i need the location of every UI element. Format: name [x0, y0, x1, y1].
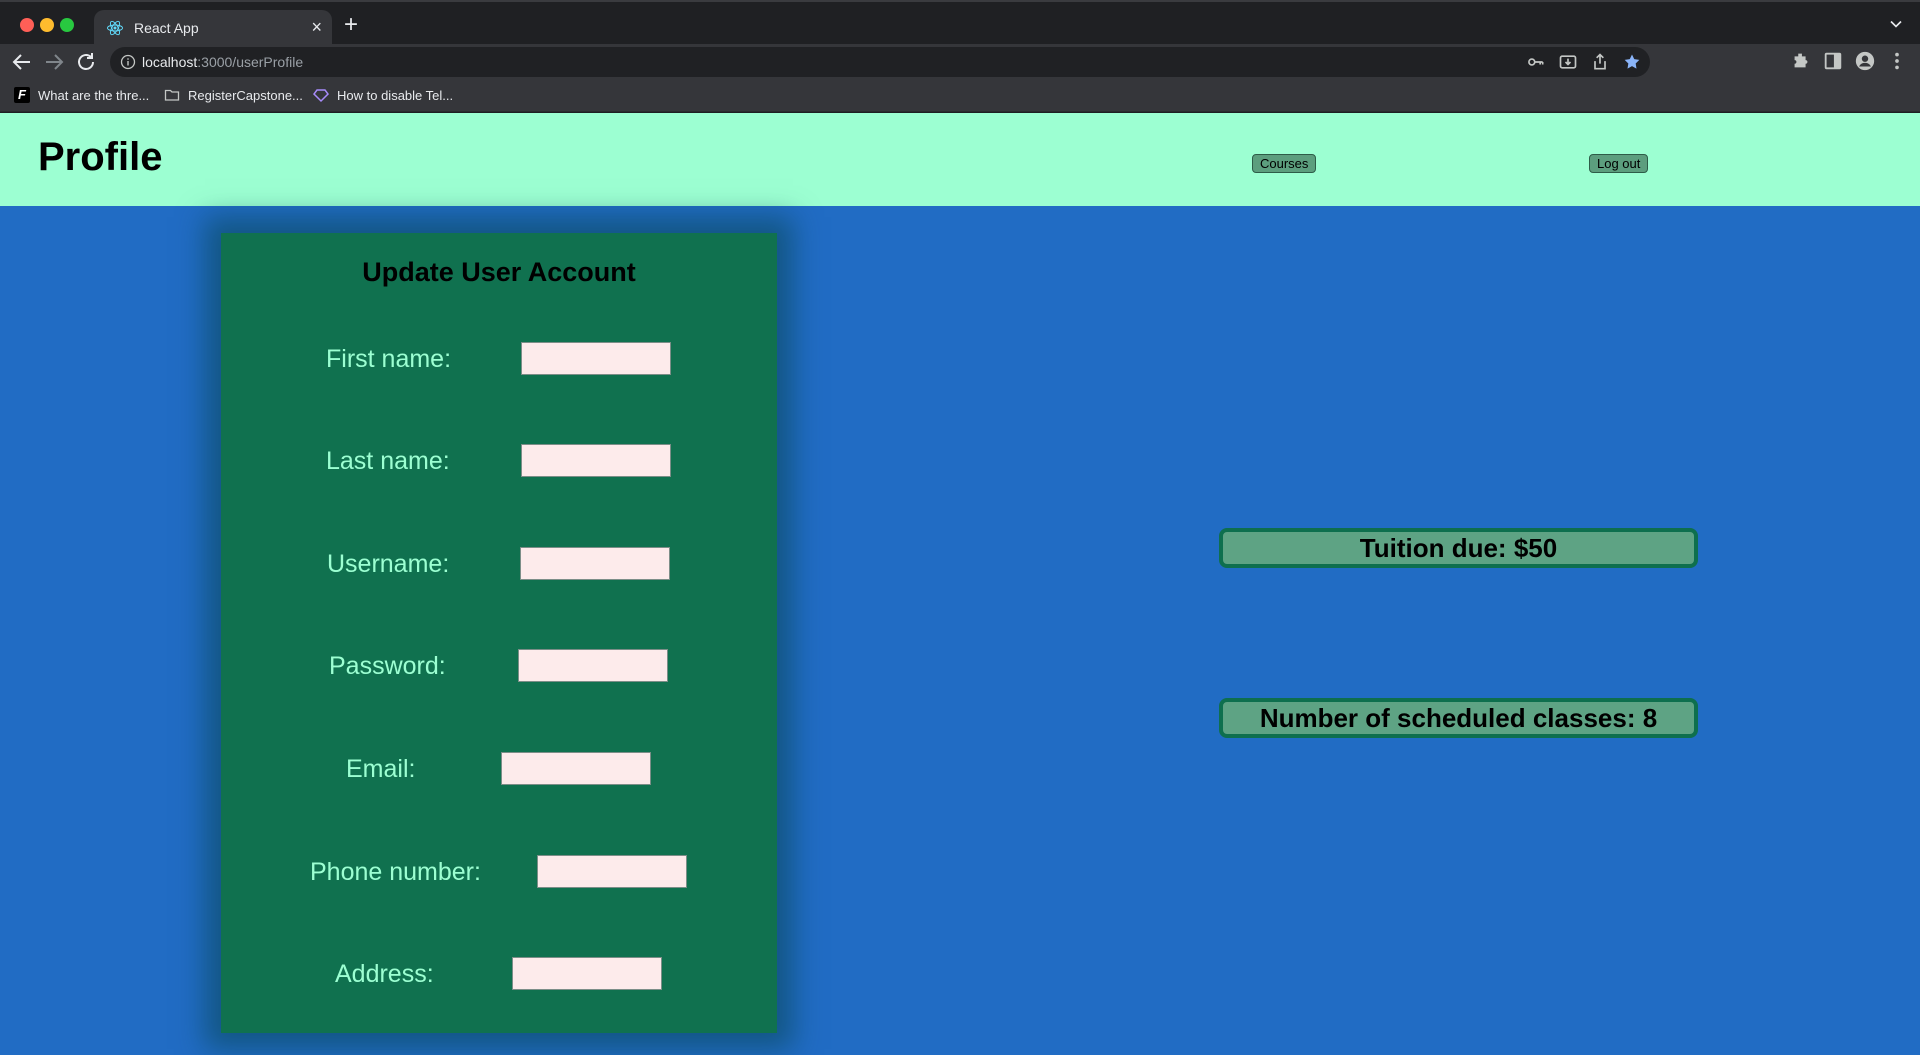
more-menu-icon[interactable]	[1886, 50, 1908, 72]
forward-arrow-icon[interactable]	[42, 50, 66, 74]
tuition-due-box: Tuition due: $50	[1219, 528, 1698, 568]
form-row-last-name: Last name:	[221, 444, 777, 478]
app-header: Profile Courses Log out	[0, 113, 1920, 206]
first-name-label: First name:	[326, 345, 452, 373]
tab-title: React App	[134, 20, 199, 36]
address-label: Address:	[335, 960, 434, 988]
reload-icon[interactable]	[74, 50, 98, 74]
bookmark-label: What are the thre...	[38, 87, 150, 103]
form-row-email: Email:	[221, 752, 777, 786]
minimize-window-button[interactable]	[40, 18, 54, 32]
install-app-icon[interactable]	[1558, 52, 1578, 72]
bookmark-item-1[interactable]: F What are the thre...	[14, 87, 149, 103]
site-info-icon[interactable]	[120, 54, 136, 70]
last-name-input[interactable]	[521, 444, 671, 477]
browser-tab-active[interactable]: React App ×	[94, 10, 332, 46]
address-bar-actions	[1526, 52, 1642, 72]
bookmark-label: How to disable Tel...	[337, 87, 454, 103]
email-input[interactable]	[501, 752, 651, 785]
profile-avatar-icon[interactable]	[1854, 50, 1876, 72]
address-input[interactable]	[512, 957, 662, 990]
diamond-icon	[313, 89, 329, 103]
update-account-form: Update User Account First name: Last nam…	[221, 233, 777, 1033]
page-title: Profile	[38, 135, 163, 179]
url-path: :3000/userProfile	[197, 54, 304, 70]
email-label: Email:	[346, 755, 416, 783]
last-name-label: Last name:	[326, 447, 450, 475]
form-row-phone-number: Phone number:	[221, 855, 777, 889]
scheduled-classes-box: Number of scheduled classes: 8	[1219, 698, 1698, 738]
bookmarks-bar: F What are the thre... RegisterCapstone.…	[0, 80, 1920, 112]
browser-tab-strip: React App × +	[0, 0, 1920, 46]
extensions-puzzle-icon[interactable]	[1790, 50, 1812, 72]
react-logo-icon	[107, 20, 123, 36]
tab-close-icon[interactable]: ×	[311, 16, 322, 38]
form-title: Update User Account	[362, 257, 636, 287]
password-input[interactable]	[518, 649, 668, 682]
url-text: localhost:3000/userProfile	[142, 54, 303, 70]
password-label: Password:	[329, 652, 446, 680]
share-icon[interactable]	[1590, 52, 1610, 72]
page-viewport: Profile Courses Log out Update User Acco…	[0, 113, 1920, 1055]
bookmark-label: RegisterCapstone...	[188, 87, 303, 103]
close-window-button[interactable]	[20, 18, 34, 32]
courses-button[interactable]: Courses	[1252, 154, 1317, 173]
side-panel-icon[interactable]	[1822, 50, 1844, 72]
phone-number-label: Phone number:	[310, 858, 481, 886]
browser-toolbar: localhost:3000/userProfile	[0, 44, 1920, 80]
new-tab-button[interactable]: +	[344, 12, 358, 38]
chevron-down-icon[interactable]	[1886, 14, 1906, 34]
bookmark-item-3[interactable]: How to disable Tel...	[313, 87, 453, 103]
logout-button[interactable]: Log out	[1589, 154, 1649, 173]
back-arrow-icon[interactable]	[10, 50, 34, 74]
first-name-input[interactable]	[521, 342, 671, 375]
username-input[interactable]	[520, 547, 670, 580]
form-row-username: Username:	[221, 547, 777, 581]
phone-number-input[interactable]	[537, 855, 687, 888]
folder-icon	[164, 89, 180, 101]
form-row-address: Address:	[221, 957, 777, 991]
form-row-password: Password:	[221, 649, 777, 683]
maximize-window-button[interactable]	[60, 18, 74, 32]
bookmark-star-icon[interactable]	[1622, 52, 1642, 72]
key-icon[interactable]	[1526, 52, 1546, 72]
address-bar[interactable]: localhost:3000/userProfile	[110, 47, 1650, 77]
form-row-first-name: First name:	[221, 342, 777, 376]
username-label: Username:	[327, 550, 450, 578]
url-host: localhost	[142, 54, 198, 70]
bookmark-item-2[interactable]: RegisterCapstone...	[164, 87, 303, 103]
f-logo-icon: F	[14, 87, 30, 103]
